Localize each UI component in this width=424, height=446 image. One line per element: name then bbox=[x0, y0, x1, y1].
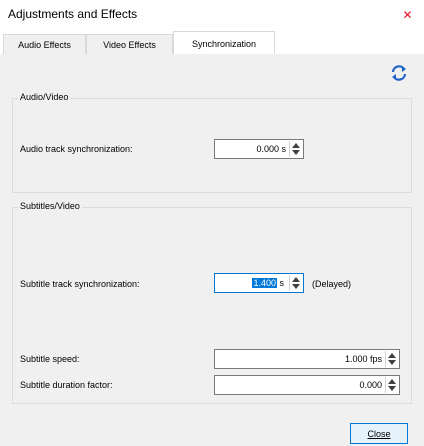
close-window-icon[interactable]: ✕ bbox=[401, 8, 414, 22]
subtitle-sync-selected-text: 1.400 bbox=[252, 278, 277, 288]
decrement-arrow-icon[interactable] bbox=[292, 284, 300, 289]
audio-sync-label: Audio track synchronization: bbox=[20, 144, 133, 154]
subtitle-sync-label: Subtitle track synchronization: bbox=[20, 279, 140, 289]
window-title: Adjustments and Effects bbox=[8, 7, 138, 21]
subtitle-sync-unit: s bbox=[276, 278, 284, 288]
subtitle-speed-stepper[interactable] bbox=[385, 351, 398, 367]
subtitle-sync-value: 1.400 s bbox=[252, 274, 284, 292]
subtitle-speed-spinbox[interactable]: 1.000 fps bbox=[214, 349, 400, 369]
tab-synchronization[interactable]: Synchronization bbox=[173, 31, 275, 55]
subtitle-duration-stepper[interactable] bbox=[385, 377, 398, 393]
subtitle-sync-status: (Delayed) bbox=[312, 279, 352, 289]
subtitle-sync-spinbox[interactable]: 1.400 s bbox=[214, 273, 304, 293]
close-button-label: Close bbox=[367, 428, 391, 439]
subtitle-duration-spinbox[interactable]: 0.000 bbox=[214, 375, 400, 395]
increment-arrow-icon[interactable] bbox=[292, 277, 300, 282]
subtitle-speed-label: Subtitle speed: bbox=[20, 354, 80, 364]
increment-arrow-icon[interactable] bbox=[388, 379, 396, 384]
audio-video-group-title: Audio/Video bbox=[18, 92, 71, 102]
close-button[interactable]: Close bbox=[350, 423, 408, 444]
subtitle-duration-value: 0.000 bbox=[359, 380, 382, 390]
refresh-sync-icon[interactable] bbox=[390, 64, 408, 82]
decrement-arrow-icon[interactable] bbox=[388, 386, 396, 391]
audio-sync-stepper[interactable] bbox=[289, 141, 302, 157]
decrement-arrow-icon[interactable] bbox=[292, 150, 300, 155]
increment-arrow-icon[interactable] bbox=[388, 353, 396, 358]
audio-sync-value: 0.000 s bbox=[256, 144, 286, 154]
subtitle-sync-stepper[interactable] bbox=[289, 275, 302, 291]
subtitle-speed-value: 1.000 fps bbox=[344, 354, 382, 364]
subtitles-video-group-title: Subtitles/Video bbox=[18, 201, 82, 211]
tab-video-effects[interactable]: Video Effects bbox=[86, 34, 173, 54]
audio-sync-spinbox[interactable]: 0.000 s bbox=[214, 139, 304, 159]
increment-arrow-icon[interactable] bbox=[292, 143, 300, 148]
tab-bar: Audio Effects Video Effects Synchronizat… bbox=[0, 31, 424, 55]
subtitle-duration-label: Subtitle duration factor: bbox=[20, 380, 113, 390]
decrement-arrow-icon[interactable] bbox=[388, 360, 396, 365]
tab-audio-effects[interactable]: Audio Effects bbox=[3, 34, 86, 54]
title-bar: Adjustments and Effects ✕ bbox=[0, 0, 424, 30]
